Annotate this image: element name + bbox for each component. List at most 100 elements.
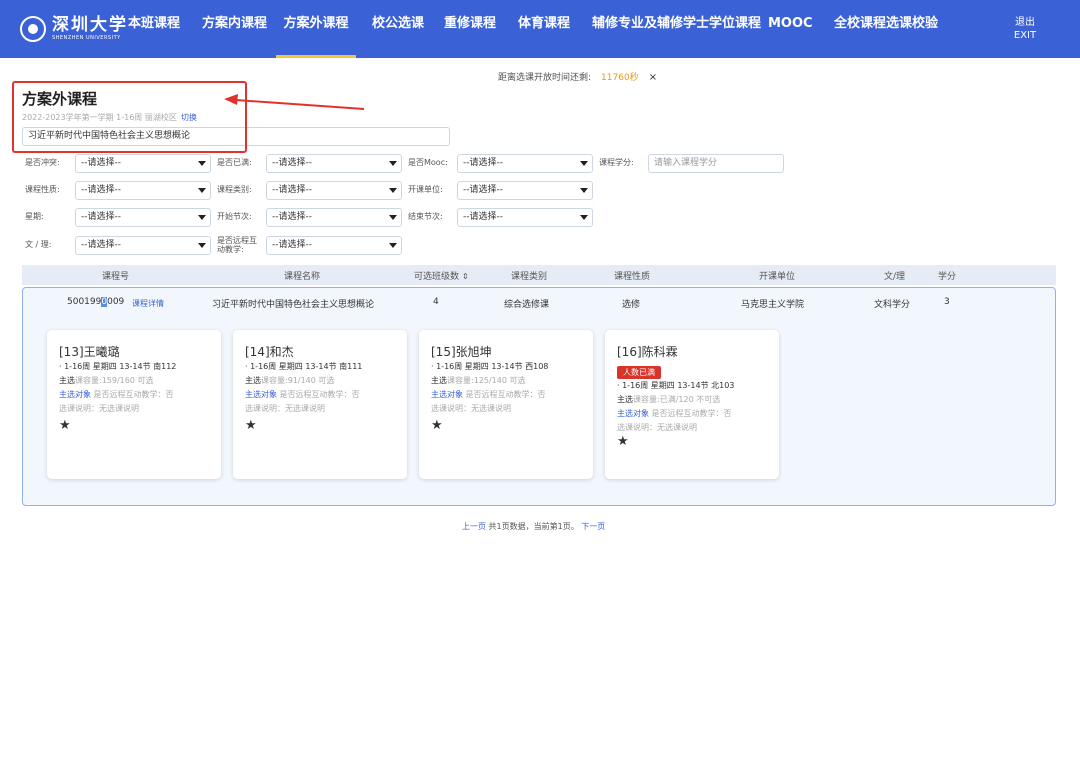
chevron-down-icon [389, 188, 397, 193]
filter-category-value: --请选择-- [272, 185, 312, 195]
annotation-arrow-icon [224, 94, 365, 110]
filter-weekday-select[interactable]: --请选择-- [75, 208, 211, 227]
close-icon[interactable]: × [649, 72, 657, 83]
class-card[interactable]: [13]王曦璐 · 1-16周 星期四 13-14节 南112 主选课容量:15… [47, 330, 221, 479]
nav-tab-mooc[interactable]: MOOC [768, 0, 813, 58]
top-navbar: 深圳大学 SHENZHEN UNIVERSITY 本班课程 方案内课程 方案外课… [0, 0, 1080, 58]
filter-end-select[interactable]: --请选择-- [457, 208, 593, 227]
filter-conflict-label: 是否冲突: [25, 158, 60, 167]
class-card-title: [13]王曦璐 [59, 345, 120, 359]
class-card-remote: 是否远程互动教学：否 [465, 390, 546, 399]
class-card-target-link[interactable]: 主选对象 [245, 390, 277, 399]
course-name: 习近平新时代中国特色社会主义思想概论 [212, 300, 375, 310]
class-card-capacity-line: 主选课容量:159/160 可选 [59, 374, 209, 388]
nav-tab-minor-courses[interactable]: 辅修专业及辅修学士学位课程 [592, 0, 761, 58]
class-card-time: · 1-16周 星期四 13-14节 西108 [431, 362, 549, 371]
filter-full-value: --请选择-- [272, 158, 312, 168]
class-card-target-link[interactable]: 主选对象 [431, 390, 463, 399]
next-page-link[interactable]: 下一页 [581, 522, 605, 531]
class-card-remote: 是否远程互动教学：否 [651, 409, 732, 418]
filter-end-value: --请选择-- [463, 212, 503, 222]
filter-remote-select[interactable]: --请选择-- [266, 236, 402, 255]
filter-remote-value: --请选择-- [272, 240, 312, 250]
course-classes-count: 4 [433, 297, 439, 307]
filter-start-select[interactable]: --请选择-- [266, 208, 402, 227]
filter-conflict-value: --请选择-- [81, 158, 121, 168]
star-icon[interactable]: ★ [245, 418, 257, 433]
class-card-note: 选课说明：无选课说明 [617, 423, 697, 432]
nav-tab-out-of-plan-courses[interactable]: 方案外课程 [276, 0, 356, 58]
filter-mooc-value: --请选择-- [463, 158, 503, 168]
chevron-down-icon [389, 161, 397, 166]
class-card-remote: 是否远程互动教学：否 [93, 390, 174, 399]
nav-tab-class-courses[interactable]: 本班课程 [128, 0, 180, 58]
filter-category-label: 课程类别: [217, 185, 252, 194]
course-code-suffix: 009 [107, 297, 125, 307]
column-header-arts: 文/理 [884, 272, 906, 282]
filter-credit-input[interactable]: 请输入课程学分 [648, 154, 784, 173]
class-card-target-link[interactable]: 主选对象 [617, 409, 649, 418]
course-unit: 马克思主义学院 [741, 300, 805, 310]
column-header-credit: 学分 [938, 272, 957, 282]
nav-tab-retake-courses[interactable]: 重修课程 [444, 0, 496, 58]
nav-tab-public-electives[interactable]: 校公选课 [372, 0, 424, 58]
course-credit: 3 [944, 297, 950, 307]
filter-nature-select[interactable]: --请选择-- [75, 181, 211, 200]
class-card-capacity: 课容量:91/140 可选 [261, 376, 335, 385]
nav-tab-in-plan-courses[interactable]: 方案内课程 [202, 0, 267, 58]
university-logo[interactable]: 深圳大学 SHENZHEN UNIVERSITY [20, 12, 128, 46]
class-card-note: 选课说明：无选课说明 [59, 404, 139, 413]
filter-category-select[interactable]: --请选择-- [266, 181, 402, 200]
filter-remote-label: 是否远程互动教学: [217, 236, 257, 254]
filter-mooc-select[interactable]: --请选择-- [457, 154, 593, 173]
course-code: 5001990009 [67, 297, 124, 307]
prev-page-link[interactable]: 上一页 [462, 522, 486, 531]
class-card[interactable]: [15]张旭坤 · 1-16周 星期四 13-14节 西108 主选课容量:12… [419, 330, 593, 479]
class-card-target-line: 主选对象 是否远程互动教学：否 [431, 388, 581, 402]
class-card[interactable]: [14]和杰 · 1-16周 星期四 13-14节 南111 主选课容量:91/… [233, 330, 407, 479]
class-card-capacity-line: 主选课容量:已满/120 不可选 [617, 393, 767, 407]
nav-tab-pe-courses[interactable]: 体育课程 [518, 0, 570, 58]
course-detail-link[interactable]: 课程详情 [132, 298, 164, 309]
exit-label-en: EXIT [1013, 30, 1037, 41]
star-icon[interactable]: ★ [431, 418, 443, 433]
class-card-capacity-line: 主选课容量:125/140 可选 [431, 374, 581, 388]
class-card-target-line: 主选对象 是否远程互动教学：否 [617, 407, 767, 421]
pagination-summary: 共1页数据，当前第1页。 [488, 522, 579, 531]
course-arts: 文科学分 [874, 300, 911, 310]
column-header-classes[interactable]: 可选班级数 ⇕ [414, 269, 469, 282]
filter-unit-select[interactable]: --请选择-- [457, 181, 593, 200]
exit-button[interactable]: 退出 EXIT [1006, 16, 1044, 42]
class-card[interactable]: [16]陈科霖 人数已满 · 1-16周 星期四 13-14节 北103 主选课… [605, 330, 779, 479]
class-card-main: 主选 [245, 376, 261, 385]
filter-full-select[interactable]: --请选择-- [266, 154, 402, 173]
class-card-target-link[interactable]: 主选对象 [59, 390, 91, 399]
column-header-name: 课程名称 [284, 272, 321, 282]
logo-text-en: SHENZHEN UNIVERSITY [52, 35, 121, 41]
filter-start-value: --请选择-- [272, 212, 312, 222]
star-icon[interactable]: ★ [617, 434, 629, 449]
class-card-main: 主选 [431, 376, 447, 385]
column-header-unit: 开课单位 [759, 272, 796, 282]
filter-arts-select[interactable]: --请选择-- [75, 236, 211, 255]
countdown-banner: 距离选课开放时间还剩: 11760秒 × [498, 70, 657, 83]
class-card-title: [15]张旭坤 [431, 345, 492, 359]
chevron-down-icon [389, 243, 397, 248]
chevron-down-icon [580, 215, 588, 220]
class-card-time: · 1-16周 星期四 13-14节 北103 [617, 381, 735, 390]
chevron-down-icon [198, 161, 206, 166]
nav-tab-course-check[interactable]: 全校课程选课校验 [834, 0, 938, 58]
sort-icon[interactable]: ⇕ [462, 272, 469, 281]
filter-unit-value: --请选择-- [463, 185, 503, 195]
column-header-nature: 课程性质 [614, 272, 651, 282]
class-card-time: · 1-16周 星期四 13-14节 南112 [59, 362, 177, 371]
class-card-capacity-line: 主选课容量:91/140 可选 [245, 374, 395, 388]
class-card-title: [16]陈科霖 [617, 345, 678, 359]
column-header-category: 课程类别 [511, 272, 548, 282]
filter-credit-label: 课程学分: [599, 158, 634, 167]
course-category: 综合选修课 [504, 300, 550, 310]
filter-conflict-select[interactable]: --请选择-- [75, 154, 211, 173]
class-card-title: [14]和杰 [245, 345, 294, 359]
star-icon[interactable]: ★ [59, 418, 71, 433]
column-header-code: 课程号 [102, 272, 130, 282]
